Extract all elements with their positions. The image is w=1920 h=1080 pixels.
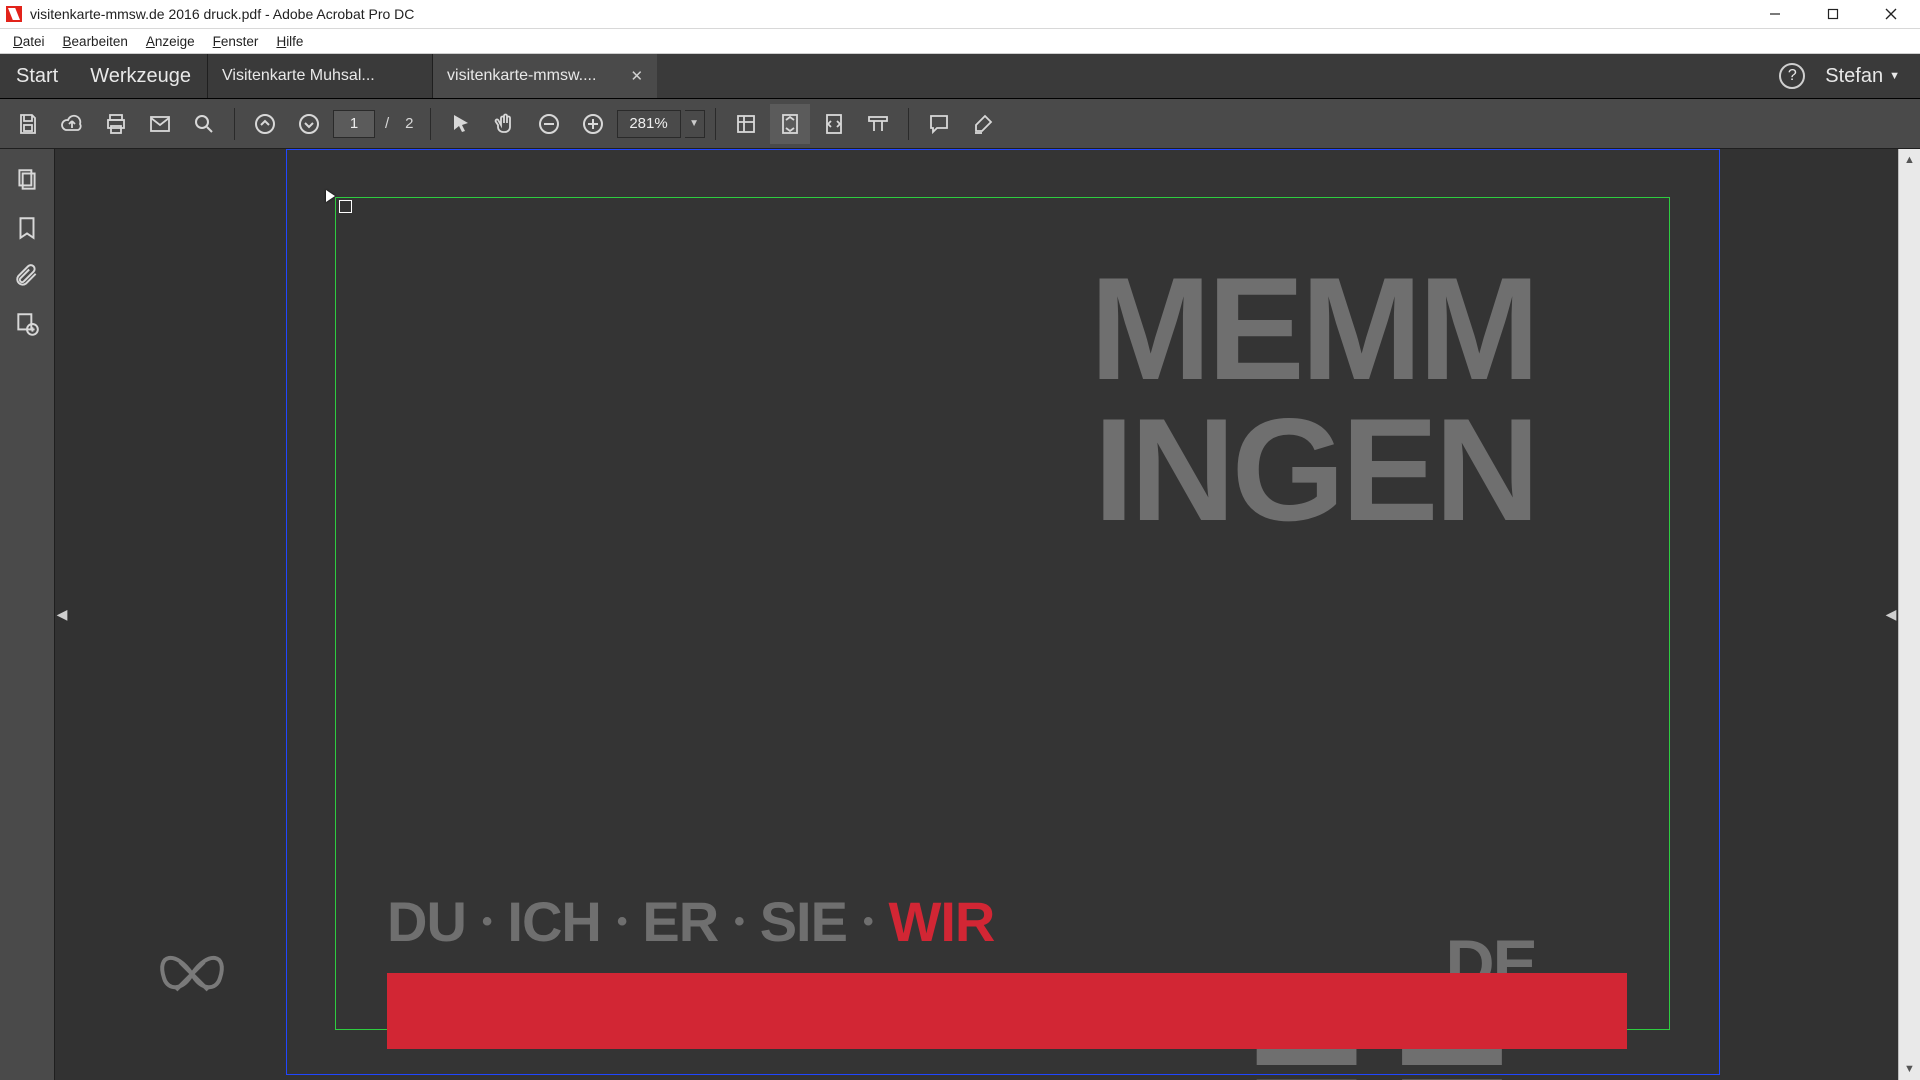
- main-area: ◀ ◀ ▲ ▼ MEMM INGEN SIND WIR .DE DU • ICH…: [0, 149, 1920, 1080]
- collapse-left-icon[interactable]: ◀: [55, 585, 69, 645]
- vertical-scrollbar[interactable]: ▲ ▼: [1898, 149, 1920, 1080]
- hand-tool-icon[interactable]: [485, 104, 525, 144]
- zoom-in-icon[interactable]: [573, 104, 613, 144]
- save-icon[interactable]: [8, 104, 48, 144]
- selection-arrow-icon[interactable]: [441, 104, 481, 144]
- card-text-memm: MEMM: [1090, 257, 1536, 400]
- doc-tab-1[interactable]: Visitenkarte Muhsal...: [207, 54, 432, 98]
- dot-icon: •: [617, 905, 627, 939]
- mail-icon[interactable]: [140, 104, 180, 144]
- document-viewport[interactable]: ◀ ◀ ▲ ▼ MEMM INGEN SIND WIR .DE DU • ICH…: [55, 149, 1920, 1080]
- doc-tab-2-close-icon[interactable]: ✕: [630, 67, 643, 85]
- page-separator: /: [379, 115, 395, 132]
- card-word-ich: ICH: [507, 889, 600, 954]
- user-name: Stefan: [1825, 65, 1883, 88]
- card-text-ingen: INGEN: [1094, 398, 1536, 541]
- dot-icon: •: [863, 905, 873, 939]
- butterfly-logo-icon: [152, 939, 232, 1009]
- help-icon[interactable]: ?: [1779, 63, 1805, 89]
- layers-icon[interactable]: [14, 311, 40, 337]
- fit-width-icon[interactable]: [814, 104, 854, 144]
- toolbar-separator: [234, 108, 235, 140]
- scroll-up-icon[interactable]: ▲: [1899, 149, 1920, 171]
- cursor-icon: [326, 190, 335, 202]
- dot-icon: •: [734, 905, 744, 939]
- card-red-bar: [387, 973, 1627, 1049]
- toolbar-separator: [908, 108, 909, 140]
- close-button[interactable]: [1862, 0, 1920, 29]
- tab-start[interactable]: Start: [0, 54, 74, 98]
- print-icon[interactable]: [96, 104, 136, 144]
- menu-bar: Datei Bearbeiten Anzeige Fenster Hilfe: [0, 29, 1920, 54]
- highlight-tool-icon[interactable]: [963, 104, 1003, 144]
- minimize-button[interactable]: [1746, 0, 1804, 29]
- chevron-down-icon: ▼: [1889, 70, 1900, 82]
- doc-tab-2-label: visitenkarte-mmsw....: [447, 67, 596, 85]
- page-up-icon[interactable]: [245, 104, 285, 144]
- window-controls: [1746, 0, 1920, 29]
- card-word-er: ER: [642, 889, 718, 954]
- comment-icon[interactable]: [919, 104, 959, 144]
- page-number-input[interactable]: [333, 110, 375, 138]
- zoom-out-icon[interactable]: [529, 104, 569, 144]
- tab-werkzeuge[interactable]: Werkzeuge: [74, 54, 207, 98]
- cloud-upload-icon[interactable]: [52, 104, 92, 144]
- page-down-icon[interactable]: [289, 104, 329, 144]
- card-word-du: DU: [387, 889, 466, 954]
- maximize-button[interactable]: [1804, 0, 1862, 29]
- doc-tab-1-label: Visitenkarte Muhsal...: [222, 67, 375, 85]
- card-word-wir: WIR: [888, 889, 994, 954]
- menu-anzeige[interactable]: Anzeige: [137, 29, 204, 53]
- navigation-rail: [0, 149, 55, 1080]
- tab-bar: Start Werkzeuge Visitenkarte Muhsal... v…: [0, 54, 1920, 99]
- title-bar: visitenkarte-mmsw.de 2016 druck.pdf - Ad…: [0, 0, 1920, 29]
- toolbar: / 2 281% ▼: [0, 99, 1920, 149]
- fit-page-icon[interactable]: [770, 104, 810, 144]
- card-bottom-line: DU • ICH • ER • SIE • WIR: [387, 889, 994, 954]
- doc-tab-2[interactable]: visitenkarte-mmsw.... ✕: [432, 54, 657, 98]
- card-word-sie: SIE: [760, 889, 847, 954]
- crop-handle[interactable]: [339, 200, 352, 213]
- read-mode-icon[interactable]: [858, 104, 898, 144]
- fit-window-icon[interactable]: [726, 104, 766, 144]
- dot-icon: •: [482, 905, 492, 939]
- acrobat-icon: [6, 6, 22, 22]
- collapse-right-icon[interactable]: ◀: [1884, 585, 1898, 645]
- card-vertical-group: SIND WIR: [1246, 545, 1536, 975]
- thumbnails-icon[interactable]: [14, 167, 40, 193]
- user-menu[interactable]: Stefan ▼: [1825, 65, 1900, 88]
- zoom-level[interactable]: 281%: [617, 110, 681, 138]
- pdf-page: MEMM INGEN SIND WIR .DE DU • ICH • ER • …: [286, 149, 1720, 1075]
- menu-fenster[interactable]: Fenster: [204, 29, 268, 53]
- menu-bearbeiten[interactable]: Bearbeiten: [54, 29, 137, 53]
- toolbar-separator: [430, 108, 431, 140]
- bookmarks-icon[interactable]: [14, 215, 40, 241]
- page-total: 2: [399, 115, 419, 132]
- attachments-icon[interactable]: [14, 263, 40, 289]
- menu-hilfe[interactable]: Hilfe: [267, 29, 312, 53]
- zoom-dropdown-icon[interactable]: ▼: [685, 110, 705, 138]
- search-icon[interactable]: [184, 104, 224, 144]
- scroll-down-icon[interactable]: ▼: [1899, 1058, 1920, 1080]
- window-title: visitenkarte-mmsw.de 2016 druck.pdf - Ad…: [30, 6, 414, 22]
- menu-datei[interactable]: Datei: [4, 29, 54, 53]
- toolbar-separator: [715, 108, 716, 140]
